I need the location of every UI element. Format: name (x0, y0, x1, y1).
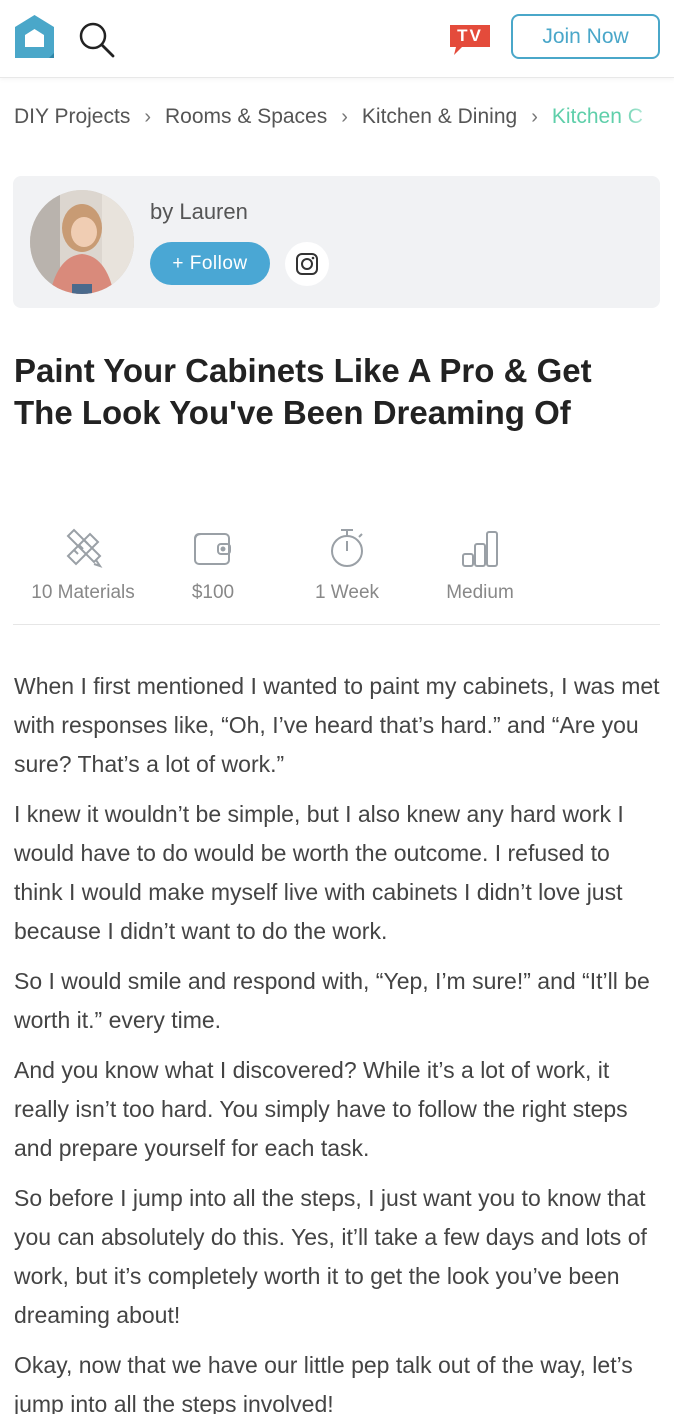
stat-materials-label: 10 Materials (31, 582, 135, 603)
stat-time-label: 1 Week (314, 582, 380, 603)
author-byline[interactable]: by Lauren (150, 199, 248, 225)
breadcrumb-separator: › (531, 106, 538, 128)
wallet-icon (194, 533, 231, 565)
breadcrumb: DIY Projects › Rooms & Spaces › Kitchen & Di… (14, 101, 674, 133)
breadcrumb-separator: › (144, 106, 151, 128)
house-logo-icon[interactable] (13, 13, 56, 60)
tv-badge-icon[interactable]: TV (448, 23, 492, 57)
instagram-icon[interactable] (285, 242, 329, 286)
breadcrumb-item-rooms-spaces[interactable]: Rooms & Spaces (165, 101, 327, 133)
tv-badge-label: TV (457, 26, 483, 45)
stat-difficulty-label: Medium (446, 582, 514, 603)
article-paragraph: So before I jump into all the steps, I j… (14, 1185, 647, 1328)
breadcrumb-separator: › (341, 106, 348, 128)
page-title: Paint Your Cabinets Like A Pro & Get The… (14, 352, 592, 431)
avatar[interactable] (30, 190, 134, 294)
materials-icon (66, 528, 103, 568)
stat-cost[interactable]: $100 (143, 520, 283, 604)
search-icon[interactable] (76, 19, 116, 59)
breadcrumb-item-kitchen-dining[interactable]: Kitchen & Dining (362, 101, 517, 133)
join-now-button[interactable]: Join Now (511, 14, 660, 59)
article-paragraph: Okay, now that we have our little pep ta… (14, 1352, 633, 1414)
project-stats: 10 Materials $100 1 Week Medium (13, 520, 660, 625)
breadcrumb-fade (620, 100, 674, 134)
article-paragraph: I knew it wouldn’t be simple, but I also… (14, 801, 624, 944)
stat-materials[interactable]: 10 Materials (13, 520, 153, 604)
article-paragraph: When I first mentioned I wanted to paint… (14, 673, 660, 777)
timer-icon (331, 529, 363, 567)
stat-cost-label: $100 (191, 582, 235, 603)
article-body: When I first mentioned I wanted to paint… (14, 667, 664, 1414)
top-navigation-bar: TV Join Now (0, 0, 674, 78)
breadcrumb-item-diy-projects[interactable]: DIY Projects (14, 101, 130, 133)
stat-difficulty[interactable]: Medium (410, 520, 550, 604)
difficulty-icon (462, 531, 498, 567)
follow-button[interactable]: + Follow (150, 242, 270, 285)
article-paragraph: And you know what I discovered? While it… (14, 1057, 628, 1161)
article-paragraph: So I would smile and respond with, “Yep,… (14, 968, 650, 1033)
stat-time[interactable]: 1 Week (277, 520, 417, 604)
